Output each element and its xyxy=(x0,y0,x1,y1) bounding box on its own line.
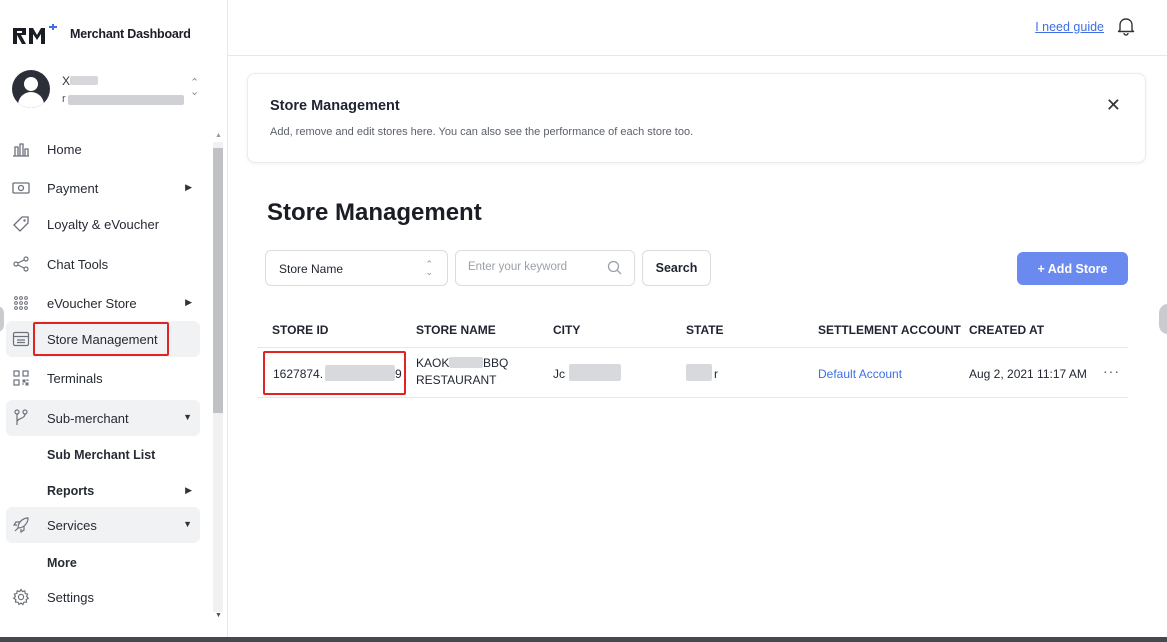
close-icon[interactable]: ✕ xyxy=(1106,96,1121,114)
account-switcher[interactable]: X r ⌃ ⌄ xyxy=(12,67,212,111)
caret-right-icon: ▶ xyxy=(185,297,192,307)
scrollbar-thumb[interactable] xyxy=(213,148,223,413)
store-name-line1-end: BBQ xyxy=(483,356,509,370)
cash-icon xyxy=(12,179,30,197)
bottom-bar xyxy=(0,637,1167,642)
grid-dots-icon xyxy=(12,294,30,312)
search-icon[interactable] xyxy=(607,260,622,278)
chevron-updown-icon[interactable]: ⌃ ⌄ xyxy=(190,78,199,98)
store-name-line1-start: KAOK xyxy=(416,356,450,370)
search-button[interactable]: Search xyxy=(642,250,711,286)
main-content: Store Management Add, remove and edit st… xyxy=(228,56,1167,642)
tag-icon xyxy=(12,215,30,233)
table-row[interactable]: 1627874. 9 KAOK BBQ RESTAURANT Jc r Defa… xyxy=(257,348,1128,398)
sidebar-item-terminals[interactable]: Terminals xyxy=(6,360,200,396)
info-banner-description: Add, remove and edit stores here. You ca… xyxy=(270,126,694,138)
column-header-state[interactable]: STATE xyxy=(686,323,724,337)
redacted-value xyxy=(569,364,621,381)
search-input[interactable] xyxy=(468,261,598,273)
sidebar-item-home[interactable]: Home xyxy=(6,131,200,167)
qr-code-icon xyxy=(12,369,30,387)
branch-icon xyxy=(12,409,30,427)
caret-down-icon: ▼ xyxy=(183,412,192,422)
window-edge-handle xyxy=(1159,304,1167,334)
state-cell: r xyxy=(714,367,718,381)
sidebar-scrollbar[interactable]: ▲ ▼ xyxy=(211,130,223,624)
store-management-highlight xyxy=(33,322,169,356)
sidebar-item-loyalty[interactable]: Loyalty & eVoucher xyxy=(6,206,200,242)
sidebar-item-services[interactable]: Services ▼ xyxy=(6,507,200,543)
add-store-button[interactable]: + Add Store xyxy=(1017,252,1128,285)
sidebar-item-sub-merchant[interactable]: Sub-merchant ▼ xyxy=(6,400,200,436)
sidebar-item-more[interactable]: More xyxy=(6,545,200,581)
top-bar: I need guide xyxy=(228,0,1167,56)
column-header-settlement-account[interactable]: SETTLEMENT ACCOUNT xyxy=(818,323,961,337)
share-icon xyxy=(12,255,30,273)
column-header-store-name[interactable]: STORE NAME xyxy=(416,323,496,337)
redacted-value xyxy=(686,364,712,381)
column-header-store-id[interactable]: STORE ID xyxy=(272,323,328,337)
sidebar-item-evoucher-store[interactable]: eVoucher Store ▶ xyxy=(6,285,200,321)
avatar xyxy=(12,70,50,108)
city-cell: Jc xyxy=(553,367,565,381)
sidebar-item-payment[interactable]: Payment ▶ xyxy=(6,170,200,206)
need-guide-link[interactable]: I need guide xyxy=(1035,20,1104,34)
sidebar-item-chat-tools[interactable]: Chat Tools xyxy=(6,246,200,282)
page-title: Store Management xyxy=(267,199,482,226)
caret-right-icon: ▶ xyxy=(185,182,192,192)
sidebar-item-settings[interactable]: Settings xyxy=(6,579,200,615)
store-icon xyxy=(12,330,30,348)
search-field-select[interactable]: Store Name ⌃ ⌄ xyxy=(265,250,448,286)
search-box[interactable] xyxy=(455,250,635,286)
rm-logo-icon xyxy=(12,24,58,44)
info-banner-title: Store Management xyxy=(270,98,400,114)
sidebar-item-sub-merchant-list[interactable]: Sub Merchant List xyxy=(6,437,200,473)
scroll-up-icon[interactable]: ▲ xyxy=(215,132,222,139)
created-at-cell: Aug 2, 2021 11:17 AM xyxy=(969,367,1087,381)
sidebar-item-reports[interactable]: Reports ▶ xyxy=(6,473,200,509)
bar-chart-icon xyxy=(12,140,30,158)
account-subtitle: r xyxy=(62,93,184,105)
account-name: X xyxy=(62,74,98,88)
column-header-created-at[interactable]: CREATED AT xyxy=(969,323,1044,337)
search-field-select-value: Store Name xyxy=(279,262,344,276)
chevron-updown-icon: ⌃ ⌄ xyxy=(425,259,433,277)
store-name-line2: RESTAURANT xyxy=(416,373,497,387)
column-header-city[interactable]: CITY xyxy=(553,323,580,337)
more-actions-icon[interactable]: ··· xyxy=(1103,363,1120,379)
brand[interactable]: Merchant Dashboard xyxy=(12,24,191,44)
bell-icon[interactable] xyxy=(1117,16,1135,39)
info-banner: Store Management Add, remove and edit st… xyxy=(247,73,1146,163)
account-info: X r xyxy=(62,71,192,107)
sidebar: Merchant Dashboard X r ⌃ ⌄ Home Payment ▶ xyxy=(0,0,228,642)
settlement-account-link[interactable]: Default Account xyxy=(818,367,902,381)
store-id-highlight xyxy=(263,351,406,395)
scroll-down-icon[interactable]: ▼ xyxy=(215,612,222,619)
caret-right-icon: ▶ xyxy=(185,485,192,495)
gear-icon xyxy=(12,588,30,606)
caret-down-icon: ▼ xyxy=(183,519,192,529)
rocket-icon xyxy=(12,516,30,534)
redacted-value xyxy=(449,357,483,368)
brand-title: Merchant Dashboard xyxy=(70,27,191,41)
